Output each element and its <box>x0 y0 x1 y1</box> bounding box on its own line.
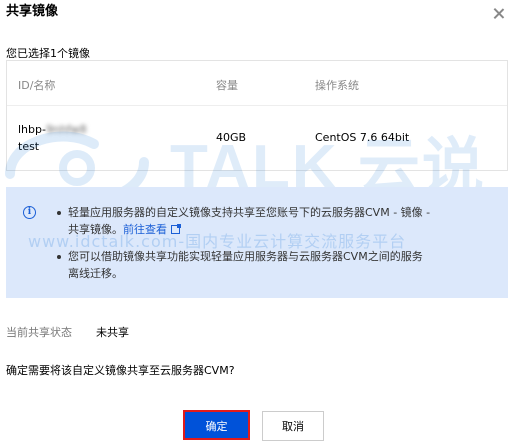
notice-item-share-line2-wrap: 共享镜像。前往查看 <box>68 221 488 238</box>
close-icon[interactable] <box>489 4 509 24</box>
info-icon <box>23 206 36 219</box>
confirm-button[interactable]: 确定 <box>183 410 250 440</box>
bullet-dot <box>57 211 61 215</box>
image-id: lhbp-9nhfw8 <box>18 122 87 138</box>
confirm-question: 确定需要将该自定义镜像共享至云服务器CVM? <box>6 364 235 377</box>
go-view-link[interactable]: 前往查看 <box>123 223 181 236</box>
notice-item-migration: 您可以借助镜像共享功能实现轻量应用服务器与云服务器CVM之间的服务 离线迁移。 <box>57 248 488 282</box>
notice-item-share: 轻量应用服务器的自定义镜像支持共享至您账号下的云服务器CVM - 镜像 - 共享… <box>57 204 488 238</box>
selection-count-label: 您已选择1个镜像 <box>6 47 90 60</box>
info-notice: 轻量应用服务器的自定义镜像支持共享至您账号下的云服务器CVM - 镜像 - 共享… <box>6 187 508 298</box>
image-table: ID/名称 容量 操作系统 lhbp-9nhfw8 test 40GB Cent… <box>6 60 508 171</box>
cancel-button[interactable]: 取消 <box>262 411 324 441</box>
dialog-title: 共享镜像 <box>6 4 59 19</box>
notice-item-migration-line2: 离线迁移。 <box>68 267 123 280</box>
table-row: lhbp-9nhfw8 test 40GB CentOS 7.6 64bit <box>7 105 507 172</box>
share-status-label: 当前共享状态 <box>6 326 72 339</box>
image-capacity: 40GB <box>216 131 247 144</box>
column-header-os: 操作系统 <box>315 79 359 92</box>
notice-item-migration-line1: 您可以借助镜像共享功能实现轻量应用服务器与云服务器CVM之间的服务 <box>68 250 423 263</box>
image-id-prefix: lhbp- <box>18 123 46 136</box>
notice-item-share-line1: 轻量应用服务器的自定义镜像支持共享至您账号下的云服务器CVM - 镜像 - <box>68 206 431 219</box>
notice-item-share-line2: 共享镜像。 <box>68 223 123 236</box>
column-header-capacity: 容量 <box>216 79 238 92</box>
bullet-dot <box>57 255 61 259</box>
column-header-id-name: ID/名称 <box>18 79 56 92</box>
image-name: test <box>18 140 40 153</box>
share-status-value: 未共享 <box>96 326 129 339</box>
image-os: CentOS 7.6 64bit <box>315 131 410 144</box>
external-link-icon <box>171 224 181 234</box>
image-id-obscured: 9nhfw8 <box>45 123 87 136</box>
